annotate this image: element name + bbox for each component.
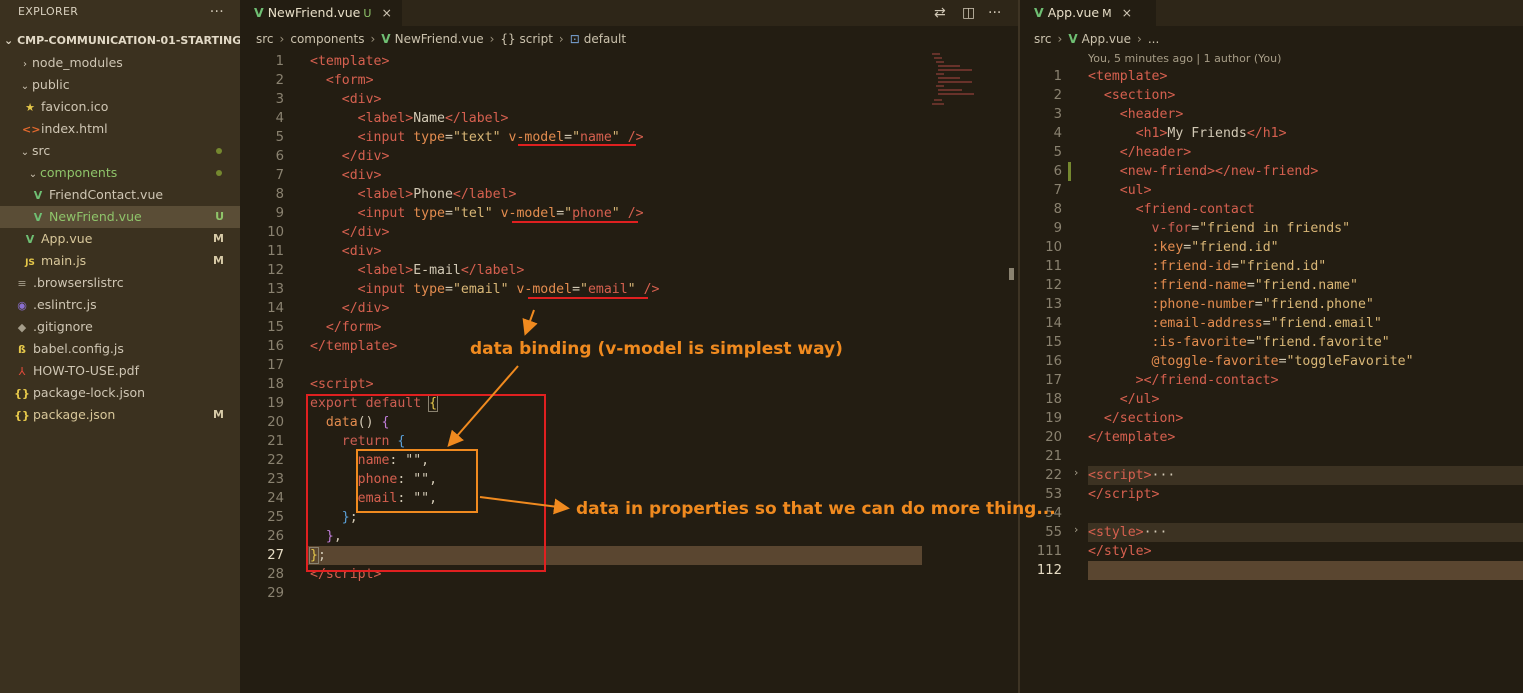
annotation-data-binding: data binding (v-model is simplest way): [470, 339, 843, 359]
arrow-icon: [447, 365, 519, 448]
annotation-data-properties: data in properties so that we can do mor…: [576, 499, 1056, 519]
arrow-icon: [522, 309, 538, 336]
arrow-icon: [479, 496, 570, 515]
